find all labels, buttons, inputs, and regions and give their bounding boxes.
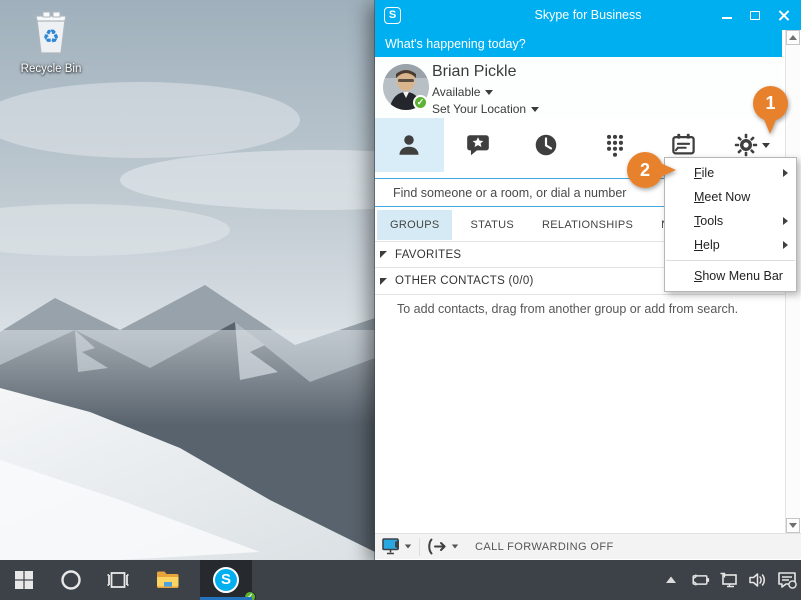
menu-item-file[interactable]: File [665, 161, 796, 185]
maximize-icon [750, 10, 760, 20]
scroll-down-button[interactable] [786, 518, 800, 533]
chevron-down-icon [761, 142, 770, 148]
taskbar: S ✓ [0, 560, 801, 600]
submenu-arrow-icon [783, 169, 788, 177]
menu-item-help[interactable]: Help [665, 233, 796, 257]
action-center-icon [778, 572, 797, 589]
availability-dropdown[interactable]: Available [432, 85, 494, 99]
clock-icon [535, 134, 557, 156]
scroll-up-icon [789, 35, 797, 40]
callout-1-tail [763, 117, 777, 134]
skype-taskbar-icon: S [213, 567, 239, 593]
recycle-bin-icon: ♻ [35, 11, 67, 54]
set-location-label: Set Your Location [432, 102, 527, 116]
user-name: Brian Pickle [432, 63, 517, 80]
set-location-dropdown[interactable]: Set Your Location [432, 102, 540, 116]
tab-status[interactable]: STATUS [460, 210, 524, 240]
scroll-up-button[interactable] [786, 30, 800, 45]
presence-available-badge: ✓ [413, 95, 428, 110]
cortana-button[interactable] [48, 560, 94, 600]
start-button[interactable] [0, 560, 48, 600]
speaker-icon [749, 573, 765, 587]
file-explorer-button[interactable] [144, 560, 192, 600]
system-tray [661, 560, 797, 600]
menu-item-tools[interactable]: Tools [665, 209, 796, 233]
window-footer: CALL FORWARDING OFF [375, 533, 801, 559]
primary-device-button[interactable] [375, 534, 419, 559]
tab-relationships[interactable]: RELATIONSHIPS [532, 210, 643, 240]
call-forwarding-button[interactable] [420, 534, 466, 559]
chevron-down-icon [451, 544, 459, 549]
network-tray-button[interactable] [719, 560, 739, 600]
task-view-icon [107, 572, 129, 588]
menu-item-meet-now[interactable]: Meet Now [665, 185, 796, 209]
group-favorites-label: FAVORITES [395, 248, 462, 261]
tab-chat-rooms[interactable] [444, 118, 513, 172]
expand-triangle-icon [380, 251, 387, 258]
battery-icon [692, 574, 710, 586]
options-dropdown-menu: File Meet Now Tools Help Show Menu Bar [664, 157, 797, 292]
maximize-button[interactable] [741, 0, 769, 30]
cortana-ring-icon [61, 570, 81, 590]
availability-label: Available [432, 85, 481, 99]
submenu-arrow-icon [783, 217, 788, 225]
call-forwarding-status: CALL FORWARDING OFF [475, 540, 614, 553]
chat-rooms-icon [466, 135, 489, 156]
empty-contacts-hint: To add contacts, drag from another group… [397, 302, 739, 316]
action-center-button[interactable] [777, 560, 797, 600]
tab-contacts[interactable] [375, 118, 444, 172]
svg-text:♻: ♻ [42, 27, 59, 48]
windows-logo-icon [15, 571, 33, 589]
task-view-button[interactable] [94, 560, 142, 600]
minimize-button[interactable] [713, 0, 741, 30]
profile-area: ✓ Brian Pickle Available Set Your Locati… [375, 57, 782, 118]
submenu-arrow-icon [783, 241, 788, 249]
callout-step-2: 2 [627, 152, 676, 188]
menu-item-show-menu-bar[interactable]: Show Menu Bar [665, 264, 796, 288]
tab-conversations[interactable] [512, 118, 581, 172]
menu-separator [666, 260, 795, 261]
scroll-down-icon [789, 523, 797, 528]
whats-happening-placeholder: What's happening today? [385, 36, 526, 51]
contacts-person-icon [399, 135, 419, 155]
expand-triangle-icon [380, 277, 387, 285]
callout-2-tail [658, 162, 676, 178]
group-other-contacts-label: OTHER CONTACTS (0/0) [395, 275, 534, 287]
recycle-bin-label: Recycle Bin [20, 63, 82, 75]
chevron-down-icon [404, 544, 412, 549]
call-forwarding-icon [428, 538, 446, 555]
skype-taskbar-button[interactable]: S ✓ [200, 560, 256, 600]
close-icon [778, 10, 789, 21]
monitor-device-icon [382, 538, 399, 555]
recycle-bin-shortcut[interactable]: ♻ Recycle Bin [14, 10, 88, 75]
close-button[interactable] [769, 0, 797, 30]
dial-pad-icon [606, 134, 623, 157]
meetings-calendar-icon [672, 133, 695, 154]
gear-icon [734, 133, 757, 157]
network-icon [720, 572, 737, 588]
show-hidden-icons-button[interactable] [661, 560, 681, 600]
chevron-down-icon [485, 89, 494, 95]
window-controls [713, 0, 797, 30]
minimize-icon [722, 17, 732, 19]
whats-happening-input[interactable]: What's happening today? [375, 30, 782, 57]
screen: ♻ Recycle Bin S Skype for Business What'… [0, 0, 801, 600]
chevron-up-icon [666, 576, 676, 583]
window-titlebar[interactable]: S Skype for Business [375, 0, 801, 30]
callout-1-number: 1 [753, 86, 788, 121]
chevron-down-icon [531, 106, 540, 112]
file-explorer-icon [157, 571, 179, 588]
battery-tray-button[interactable] [690, 560, 710, 600]
tab-groups[interactable]: GROUPS [377, 210, 453, 240]
volume-tray-button[interactable] [748, 560, 768, 600]
callout-step-1: 1 [753, 86, 788, 134]
